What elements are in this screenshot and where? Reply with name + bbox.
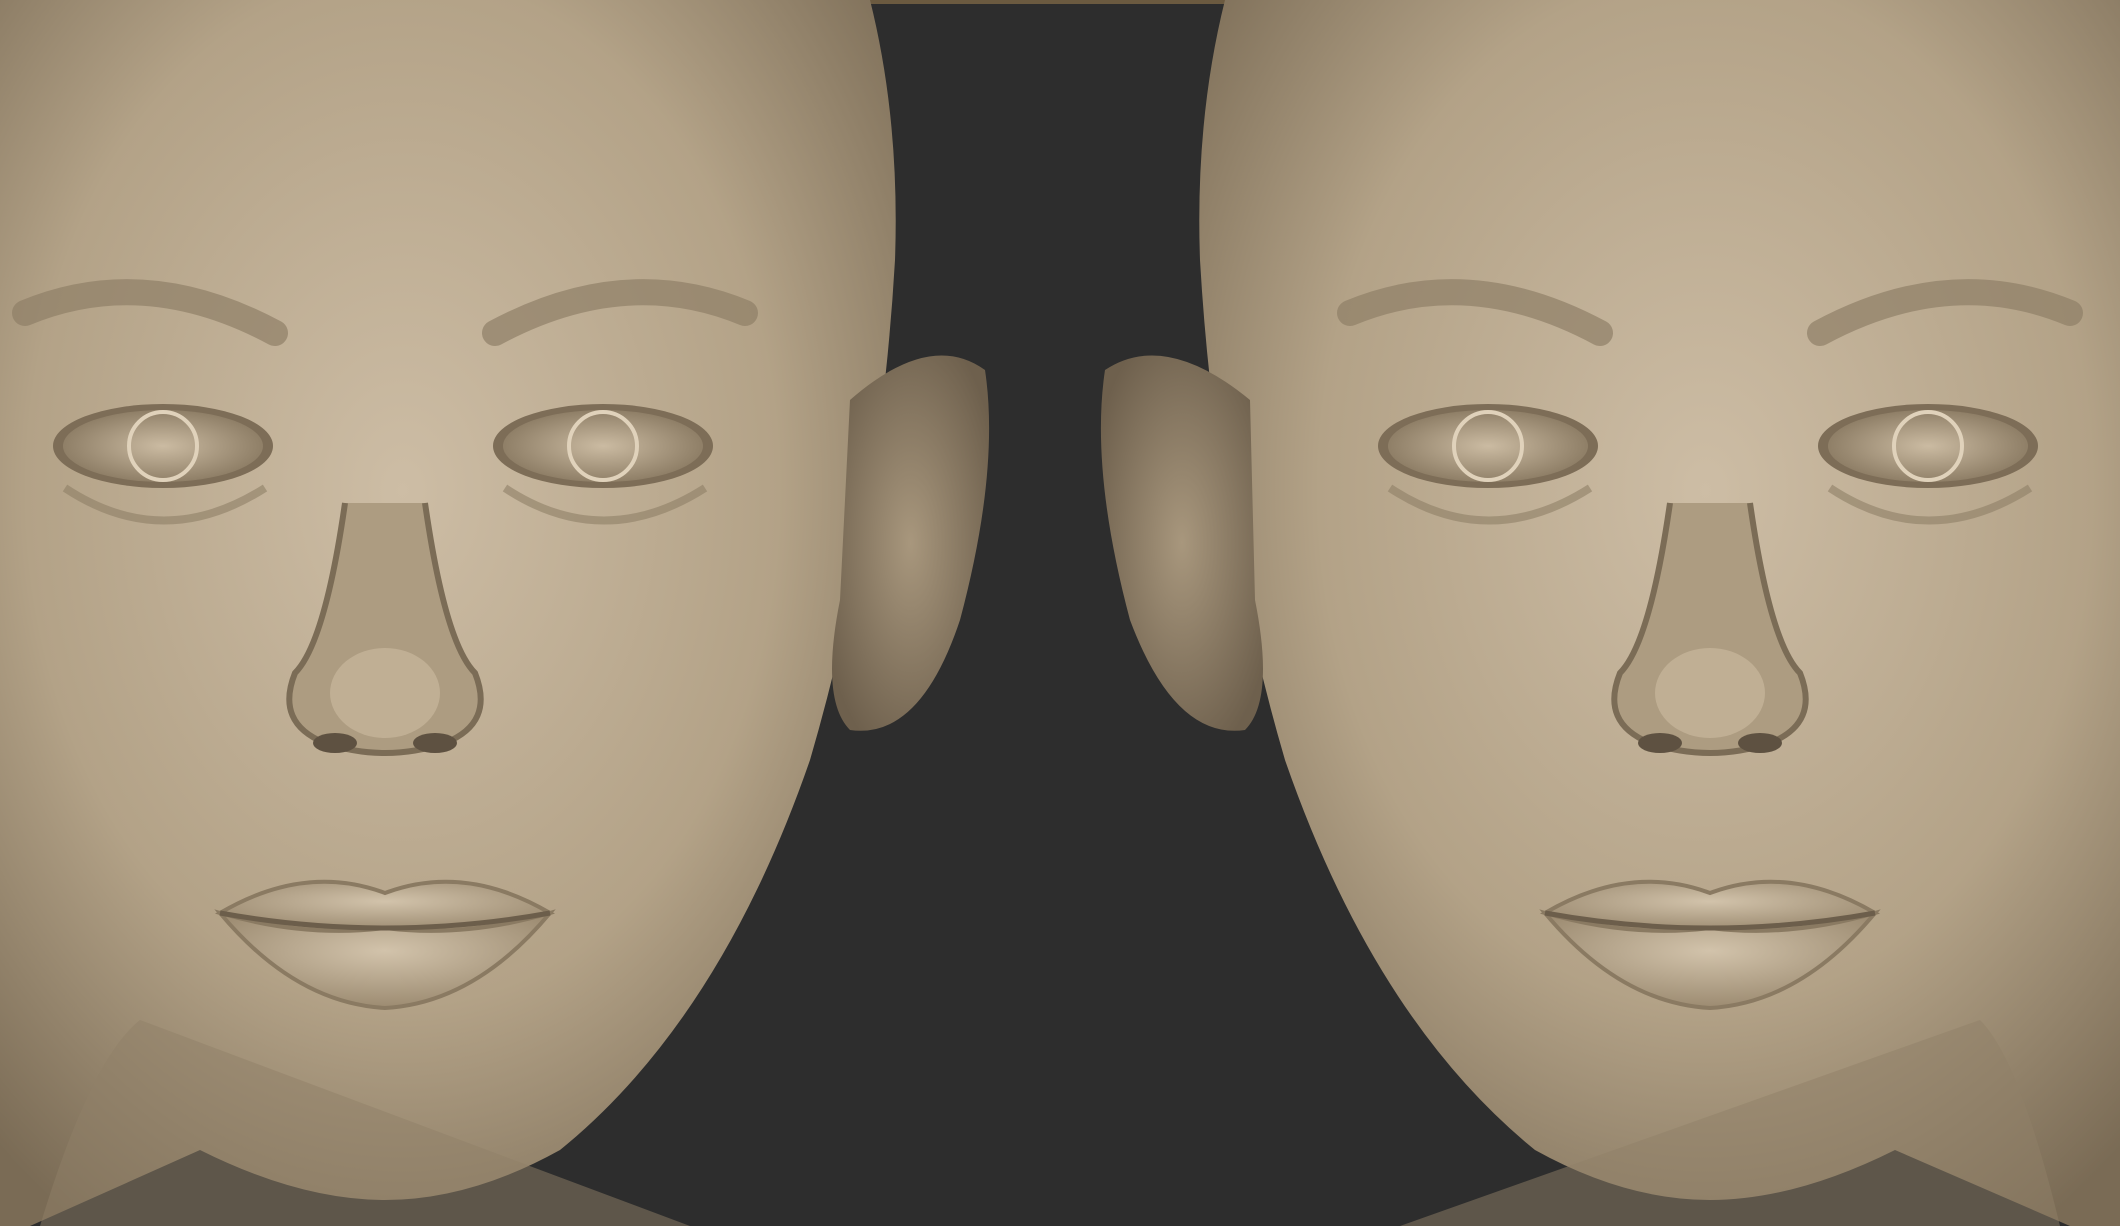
sculpt-render (0, 0, 2120, 1226)
render-canvas (0, 0, 2120, 1226)
